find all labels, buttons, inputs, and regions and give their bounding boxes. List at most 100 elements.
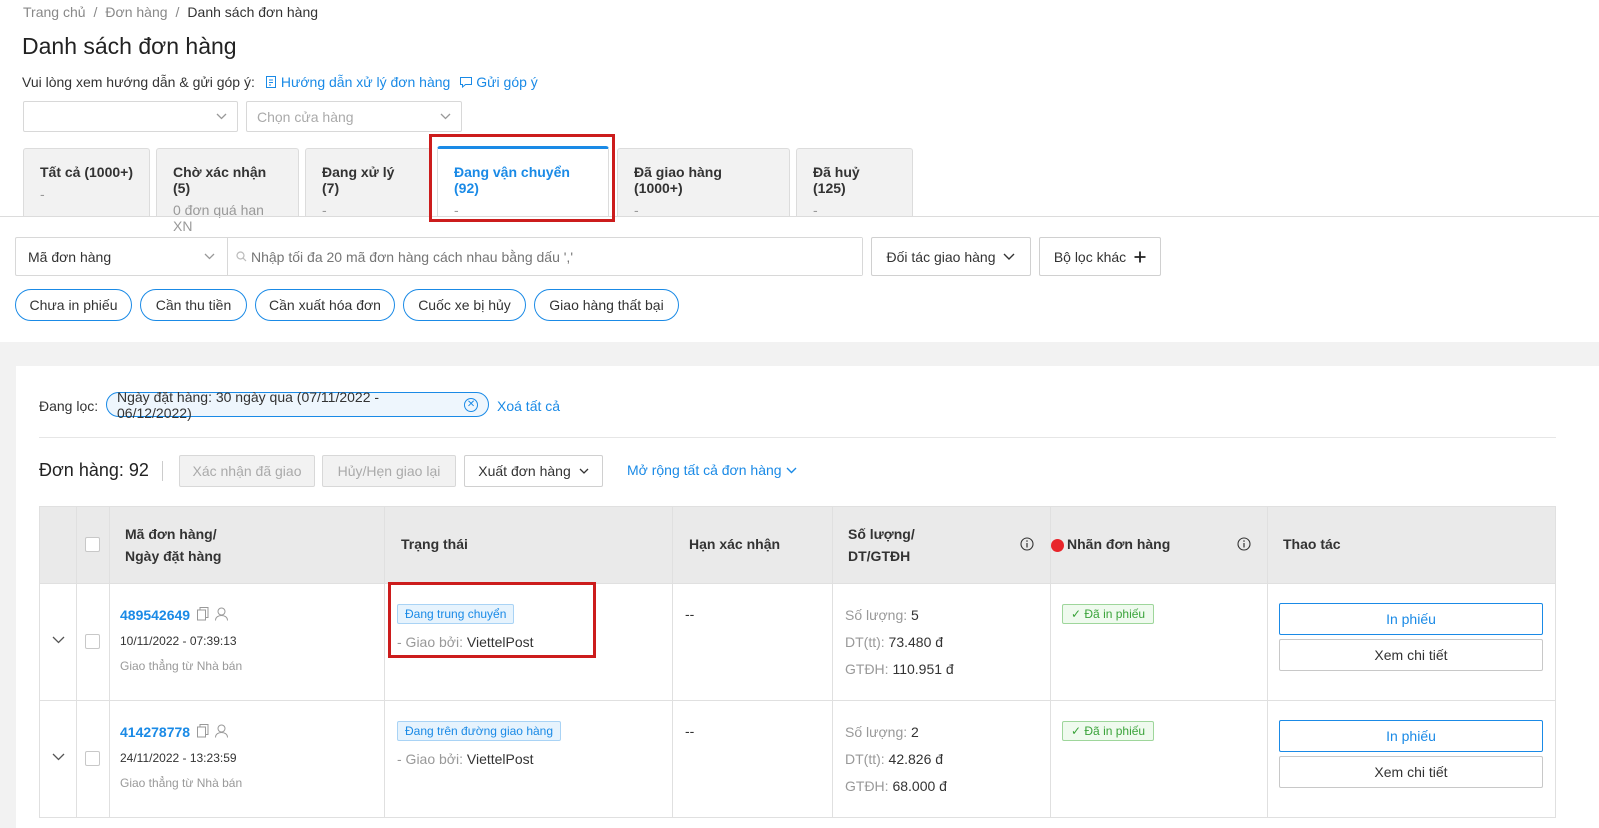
chevron-down-icon [579,468,589,474]
row-checkbox[interactable] [85,634,100,649]
search-input[interactable] [247,238,862,275]
column-order-id-line1: Mã đơn hàng/ [125,526,217,542]
order-value-value: 110.951 đ [892,661,954,677]
column-order-id: Mã đơn hàng/ Ngày đặt hàng [125,523,221,567]
plus-icon [1134,251,1146,262]
deadline-value: -- [685,723,695,739]
export-orders-label: Xuất đơn hàng [478,463,571,479]
page-title: Danh sách đơn hàng [22,33,237,59]
info-icon[interactable] [1237,537,1251,551]
expand-all-link[interactable]: Mở rộng tất cả đơn hàng [627,462,797,478]
breadcrumb-current: Danh sách đơn hàng [187,4,319,20]
divider [162,461,163,481]
quantity-label: Số lượng: [845,607,912,623]
copy-icon[interactable] [197,607,209,621]
shipping-partner-label: Đối tác giao hàng [886,248,996,265]
document-icon [265,76,276,88]
order-date: 10/11/2022 - 07:39:13 [120,634,237,648]
info-icon[interactable] [1020,537,1034,551]
breadcrumb-orders[interactable]: Đơn hàng [105,4,167,20]
first-select[interactable] [23,101,238,132]
order-id-link[interactable]: 489542649 [120,607,190,623]
select-all-checkbox[interactable] [85,537,100,552]
carrier-info: - Giao bởi: ViettelPost [397,751,534,767]
store-select[interactable]: Chọn cửa hàng [246,101,462,132]
active-filter-chip[interactable]: Ngày đặt hàng: 30 ngày qua (07/11/2022 -… [106,389,489,421]
more-filters-button[interactable]: Bộ lọc khác [1039,237,1161,276]
quantity-info: Số lượng: 5 [845,607,919,623]
printed-tag: ✓ Đã in phiếu [1062,604,1155,624]
breadcrumb-separator: / [93,4,98,20]
expand-all-label: Mở rộng tất cả đơn hàng [627,462,782,478]
expand-row-chevron-icon[interactable] [52,753,65,761]
column-quantity: Số lượng/ DT/GTĐH [848,523,915,567]
user-icon[interactable] [215,724,228,738]
copy-icon[interactable] [197,724,209,738]
store-select-placeholder: Chọn cửa hàng [257,108,354,125]
export-orders-button[interactable]: Xuất đơn hàng [464,455,603,487]
label-dot-icon [1051,539,1064,552]
tab-cancelled[interactable]: Đã huỷ (125) - [796,148,913,218]
column-quantity-line1: Số lượng/ [848,526,915,542]
table-row: 489542649 10/11/2022 - 07:39:13 Giao thẳ… [40,583,1555,700]
printed-tag: ✓ Đã in phiếu [1062,721,1155,741]
guide-link[interactable]: Hướng dẫn xử lý đơn hàng [265,74,450,90]
tab-all[interactable]: Tất cả (1000+) - [23,148,150,216]
quick-filter-unprinted[interactable]: Chưa in phiếu [15,289,132,321]
view-detail-button[interactable]: Xem chi tiết [1279,756,1543,788]
highlight-box-tab [429,134,615,222]
revenue-info: DT(tt): 42.826 đ [845,751,943,767]
clear-all-filters-link[interactable]: Xoá tất cả [497,398,560,414]
column-actions: Thao tác [1283,536,1341,552]
search-type-select[interactable]: Mã đơn hàng [16,238,228,275]
revenue-label: DT(tt): [845,751,889,767]
order-value-value: 68.000 đ [892,778,947,794]
search-bar: Mã đơn hàng [15,237,863,276]
cancel-reschedule-button[interactable]: Hủy/Hẹn giao lại [322,455,456,487]
status-badge: Đang trên đường giao hàng [397,721,562,741]
guide-bar: Vui lòng xem hướng dẫn & gửi góp ý: Hướn… [22,74,538,90]
row-checkbox[interactable] [85,751,100,766]
quick-filter-ride-cancelled[interactable]: Cuốc xe bị hủy [403,289,526,321]
order-value-info: GTĐH: 110.951 đ [845,661,954,677]
print-slip-button[interactable]: In phiếu [1279,720,1543,752]
chevron-down-icon [216,113,227,120]
order-value-label: GTĐH: [845,661,893,677]
column-quantity-line2: DT/GTĐH [848,548,911,564]
highlight-box-status [388,582,596,658]
chevron-down-icon [1003,253,1015,260]
close-icon[interactable]: ✕ [464,397,478,412]
revenue-info: DT(tt): 73.480 đ [845,634,943,650]
column-deadline: Hạn xác nhận [689,536,781,552]
tab-delivered[interactable]: Đã giao hàng (1000+) - [617,148,790,218]
tab-title: Chờ xác nhận (5) [173,164,267,196]
tab-processing[interactable]: Đang xử lý (7) - [305,148,431,218]
breadcrumb-home[interactable]: Trang chủ [23,4,86,20]
table-row: 414278778 24/11/2022 - 13:23:59 Giao thẳ… [40,700,1555,817]
carrier-label: - Giao bởi: [397,751,467,767]
quantity-value: 5 [911,607,919,623]
expand-row-chevron-icon[interactable] [52,636,65,644]
print-slip-button[interactable]: In phiếu [1279,603,1543,635]
feedback-link[interactable]: Gửi góp ý [460,74,538,90]
order-count: Đơn hàng: 92 [39,460,149,480]
carrier-name: ViettelPost [466,751,534,767]
order-id-link[interactable]: 414278778 [120,724,190,740]
comment-icon [460,77,473,88]
quick-filter-collect-money[interactable]: Cần thu tiền [140,289,247,321]
order-value-info: GTĐH: 68.000 đ [845,778,947,794]
active-filter-label: Đang lọc: [39,398,99,414]
breadcrumb-separator: / [175,4,180,20]
shipping-partner-select[interactable]: Đối tác giao hàng [871,237,1031,276]
search-icon [228,238,247,275]
chevron-down-icon [786,467,797,473]
guide-link-label: Hướng dẫn xử lý đơn hàng [280,74,451,90]
shipping-note: Giao thẳng từ Nhà bán [120,659,243,673]
guide-text: Vui lòng xem hướng dẫn & gửi góp ý: [22,74,255,90]
confirm-delivered-button[interactable]: Xác nhận đã giao [179,455,315,487]
quick-filter-need-invoice[interactable]: Cần xuất hóa đơn [255,289,395,321]
quick-filter-delivery-failed[interactable]: Giao hàng thất bại [534,289,679,321]
tab-awaiting-confirmation[interactable]: Chờ xác nhận (5) 0 đơn quá hạn XN [156,148,299,234]
view-detail-button[interactable]: Xem chi tiết [1279,639,1543,671]
user-icon[interactable] [215,607,228,621]
